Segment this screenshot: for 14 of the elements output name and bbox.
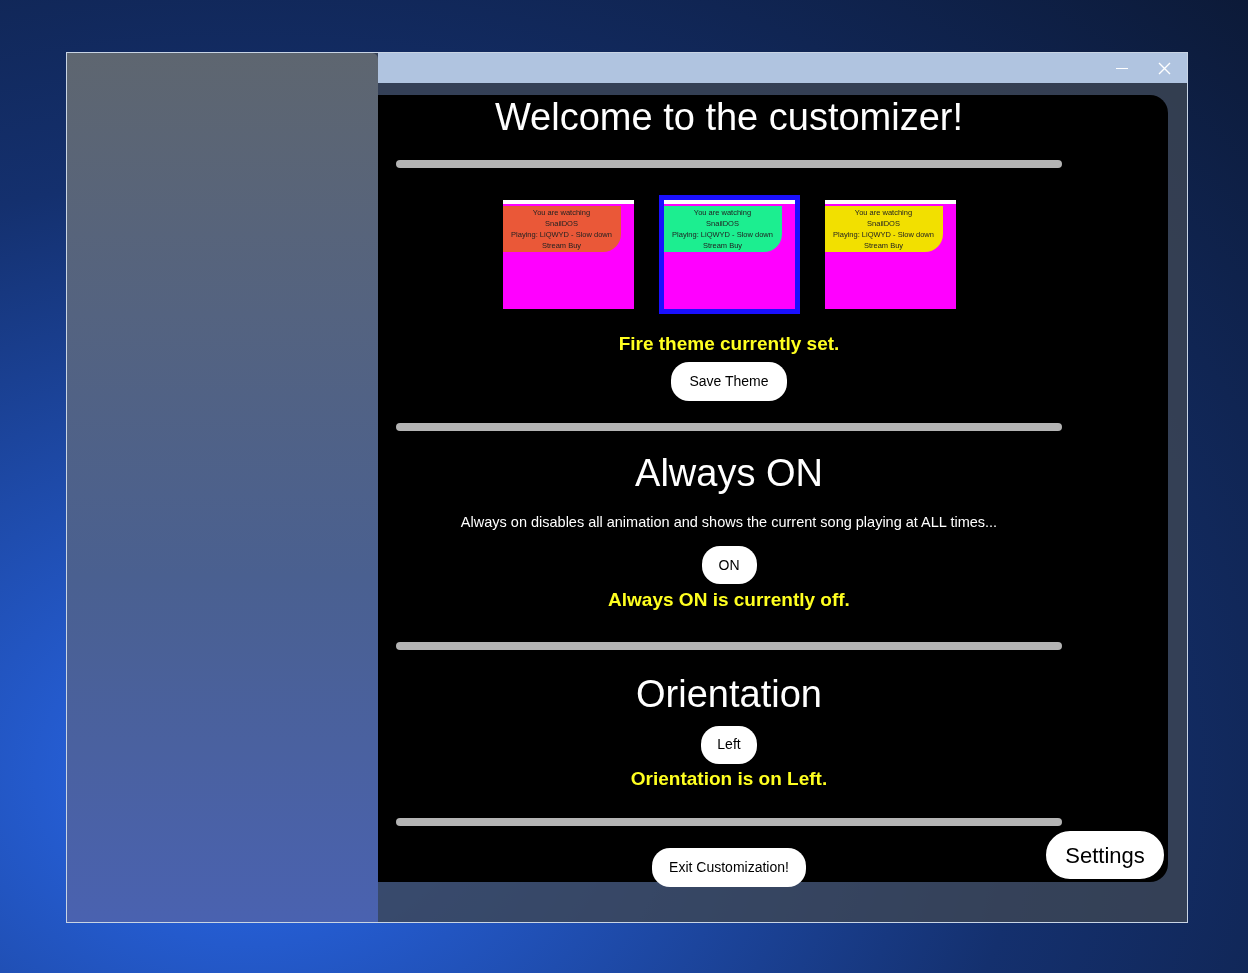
- description-text: Always on disables all animation and shows the current song playing at ALL times...: [460, 512, 998, 532]
- orientation-button[interactable]: Left: [701, 725, 757, 764]
- section-heading: Orientation: [636, 671, 822, 716]
- page-title: Welcome to the customizer!: [494, 95, 964, 139]
- exit-customization-button[interactable]: Exit Customization!: [652, 848, 806, 888]
- close-icon[interactable]: [1158, 61, 1171, 75]
- always-on-button[interactable]: ON: [701, 546, 757, 585]
- save-theme-button[interactable]: Save Theme: [671, 361, 787, 401]
- settings-button[interactable]: Settings: [1044, 829, 1166, 881]
- orientation-status: Orientation is on Left.: [630, 766, 828, 791]
- minimize-icon[interactable]: [1116, 67, 1128, 69]
- theme-status: Fire theme currently set.: [618, 332, 840, 356]
- always-on-status: Always ON is currently off.: [608, 588, 850, 613]
- section-heading: Always ON: [635, 450, 823, 495]
